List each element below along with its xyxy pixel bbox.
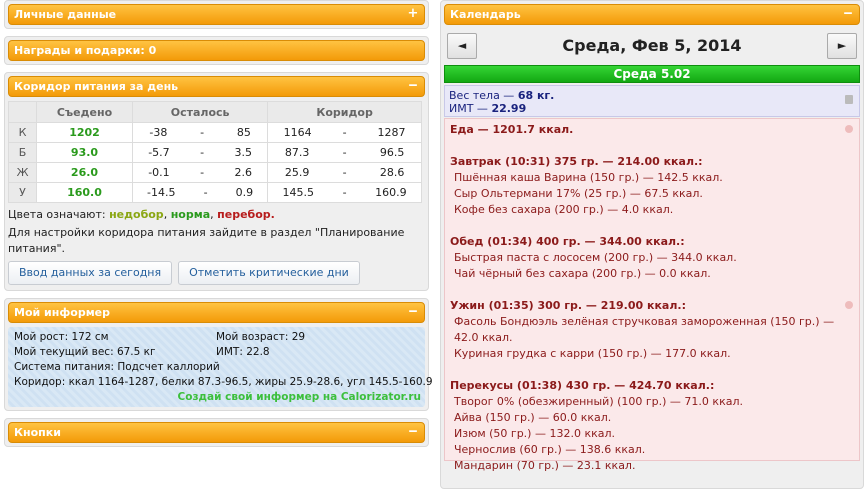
food-total: Еда — 1201.7 ккал. xyxy=(450,123,574,136)
left-range: -38-85 xyxy=(131,122,269,143)
legend-under: недобор xyxy=(109,208,164,221)
enter-today-button[interactable]: Ввод данных за сегодня xyxy=(8,261,173,285)
legend-norm: норма xyxy=(170,208,211,221)
food-item[interactable]: Айва (150 гр.) — 60.0 ккал. xyxy=(450,410,854,426)
left-range: -0.1-2.6 xyxy=(131,162,269,183)
calendar-panel: Календарь ‒ ◄ Среда, Фев 5, 2014 ► Среда… xyxy=(440,0,864,489)
eaten-value: 160.0 xyxy=(36,182,133,203)
meal-lunch[interactable]: Обед (01:34) 400 гр. — 344.00 ккал.: xyxy=(450,234,854,250)
table-row: У 160.0 -14.5-0.9 145.5-160.9 xyxy=(8,182,422,203)
day-bar: Среда 5.02 xyxy=(444,65,860,83)
weight-value: 68 кг. xyxy=(517,89,555,102)
awards-panel-header[interactable]: Награды и подарки: 0 xyxy=(8,40,425,61)
informer-system: Система питания: Подсчет каллорий xyxy=(14,361,220,373)
bmi-value: 22.99 xyxy=(491,102,527,115)
personal-panel-header[interactable]: Личные данные + xyxy=(8,4,425,25)
informer-panel: Мой информер ‒ Мой рост: 172 см Мой возр… xyxy=(4,298,433,411)
food-item[interactable]: Изюм (50 гр.) — 132.0 ккал. xyxy=(450,426,854,442)
left-column: Личные данные + Награды и подарки: 0 Кор… xyxy=(4,0,433,454)
calendar-panel-header[interactable]: Календарь ‒ xyxy=(444,4,860,25)
meal-dinner[interactable]: Ужин (01:35) 300 гр. — 219.00 ккал.: xyxy=(450,298,854,314)
row-label: У xyxy=(8,182,37,203)
buttons-panel: Кнопки ‒ xyxy=(4,418,429,447)
corridor-range: 145.5-160.9 xyxy=(267,182,422,203)
next-day-button[interactable]: ► xyxy=(827,33,857,59)
awards-panel: Награды и подарки: 0 xyxy=(4,36,429,65)
meal-breakfast[interactable]: Завтрак (10:31) 375 гр. — 214.00 ккал.: xyxy=(450,154,854,170)
corridor-panel-body: Съедено Осталось Коридор К 1202 -38-85 1… xyxy=(8,97,425,285)
trash-icon[interactable] xyxy=(845,95,853,104)
calendar-panel-title: Календарь xyxy=(450,8,521,21)
informer-height: Мой рост: 172 см xyxy=(14,331,109,343)
buttons-panel-title: Кнопки xyxy=(14,426,61,439)
corridor-note: Для настройки коридора питания зайдите в… xyxy=(8,226,405,255)
corridor-panel: Коридор питания за день ‒ Съедено Остало… xyxy=(4,72,429,291)
expand-icon[interactable]: + xyxy=(406,6,420,22)
table-row: Ж 26.0 -0.1-2.6 25.9-28.6 xyxy=(8,162,422,183)
personal-panel: Личные данные + xyxy=(4,0,429,29)
informer-bmi: ИМТ: 22.8 xyxy=(216,346,270,358)
food-item[interactable]: Пшённая каша Варина (150 гр.) — 142.5 кк… xyxy=(450,170,854,186)
informer-age: Мой возраст: 29 xyxy=(216,331,306,343)
eaten-value: 26.0 xyxy=(36,162,133,183)
collapse-icon[interactable]: ‒ xyxy=(841,6,855,22)
corridor-buttons: Ввод данных за сегодня Отметить критичес… xyxy=(8,261,425,285)
mark-critical-days-button[interactable]: Отметить критические дни xyxy=(178,261,360,285)
collapse-icon[interactable]: ‒ xyxy=(406,304,420,320)
corridor-table: Съедено Осталось Коридор К 1202 -38-85 1… xyxy=(8,101,422,203)
awards-panel-title: Награды и подарки: 0 xyxy=(14,44,157,57)
food-item[interactable]: Мандарин (70 гр.) — 23.1 ккал. xyxy=(450,458,854,474)
collapse-icon[interactable]: ‒ xyxy=(406,424,420,440)
corridor-panel-header[interactable]: Коридор питания за день ‒ xyxy=(8,76,425,97)
prev-day-button[interactable]: ◄ xyxy=(447,33,477,59)
calendar-date: Среда, Фев 5, 2014 xyxy=(562,36,742,55)
row-label: К xyxy=(8,122,37,143)
options-icon[interactable] xyxy=(845,301,853,309)
row-label: Ж xyxy=(8,162,37,183)
right-column: Календарь ‒ ◄ Среда, Фев 5, 2014 ► Среда… xyxy=(440,0,864,493)
meal-snacks[interactable]: Перекусы (01:38) 430 гр. — 424.70 ккал.: xyxy=(450,378,854,394)
informer-widget[interactable]: Мой рост: 172 см Мой возраст: 29 Мой тек… xyxy=(8,327,433,407)
informer-weight: Мой текущий вес: 67.5 кг xyxy=(14,346,156,358)
header-corridor: Коридор xyxy=(267,101,422,123)
row-label: Б xyxy=(8,142,37,163)
header-eaten: Съедено xyxy=(36,101,133,123)
food-item[interactable]: Чай чёрный без сахара (200 гр.) — 0.0 кк… xyxy=(450,266,854,282)
corridor-range: 1164-1287 xyxy=(267,122,422,143)
color-legend: Цвета означают: недобор, норма, перебор. xyxy=(8,208,275,221)
table-row: К 1202 -38-85 1164-1287 xyxy=(8,122,422,143)
calendar-nav: ◄ Среда, Фев 5, 2014 ► xyxy=(444,29,860,65)
buttons-panel-header[interactable]: Кнопки ‒ xyxy=(8,422,425,443)
left-range: -14.5-0.9 xyxy=(131,182,269,203)
options-icon[interactable] xyxy=(845,125,853,133)
informer-panel-title: Мой информер xyxy=(14,306,111,319)
food-item[interactable]: Чернослив (60 гр.) — 138.6 ккал. xyxy=(450,442,854,458)
collapse-icon[interactable]: ‒ xyxy=(406,78,420,94)
weight-box[interactable]: Вес тела — 68 кг. ИМТ — 22.99 xyxy=(444,85,860,117)
food-item[interactable]: Творог 0% (обезжиренный) (100 гр.) — 71.… xyxy=(450,394,854,410)
eaten-value: 93.0 xyxy=(36,142,133,163)
left-range: -5.7-3.5 xyxy=(131,142,269,163)
corridor-panel-title: Коридор питания за день xyxy=(14,80,179,93)
food-item[interactable]: Куриная грудка с карри (150 гр.) — 177.0… xyxy=(450,346,854,362)
header-left: Осталось xyxy=(131,101,269,123)
informer-panel-header[interactable]: Мой информер ‒ xyxy=(8,302,425,323)
table-row: Б 93.0 -5.7-3.5 87.3-96.5 xyxy=(8,142,422,163)
corner-cell xyxy=(8,101,37,123)
food-box: Еда — 1201.7 ккал. Завтрак (10:31) 375 г… xyxy=(444,118,860,472)
food-item[interactable]: Фасоль Бондюэль зелёная стручковая замор… xyxy=(450,314,854,346)
food-item[interactable]: Кофе без сахара (200 гр.) — 4.0 ккал. xyxy=(450,202,854,218)
informer-promo-link[interactable]: Создай свой информер на Calorizator.ru xyxy=(178,391,421,403)
legend-over: перебор. xyxy=(217,208,275,221)
corridor-range: 87.3-96.5 xyxy=(267,142,422,163)
eaten-value: 1202 xyxy=(36,122,133,143)
food-item[interactable]: Сыр Ольтермани 17% (25 гр.) — 67.5 ккал. xyxy=(450,186,854,202)
food-item[interactable]: Быстрая паста с лососем (200 гр.) — 344.… xyxy=(450,250,854,266)
corridor-range: 25.9-28.6 xyxy=(267,162,422,183)
informer-corridor: Коридор: ккал 1164-1287, белки 87.3-96.5… xyxy=(14,376,433,388)
personal-panel-title: Личные данные xyxy=(14,8,117,21)
